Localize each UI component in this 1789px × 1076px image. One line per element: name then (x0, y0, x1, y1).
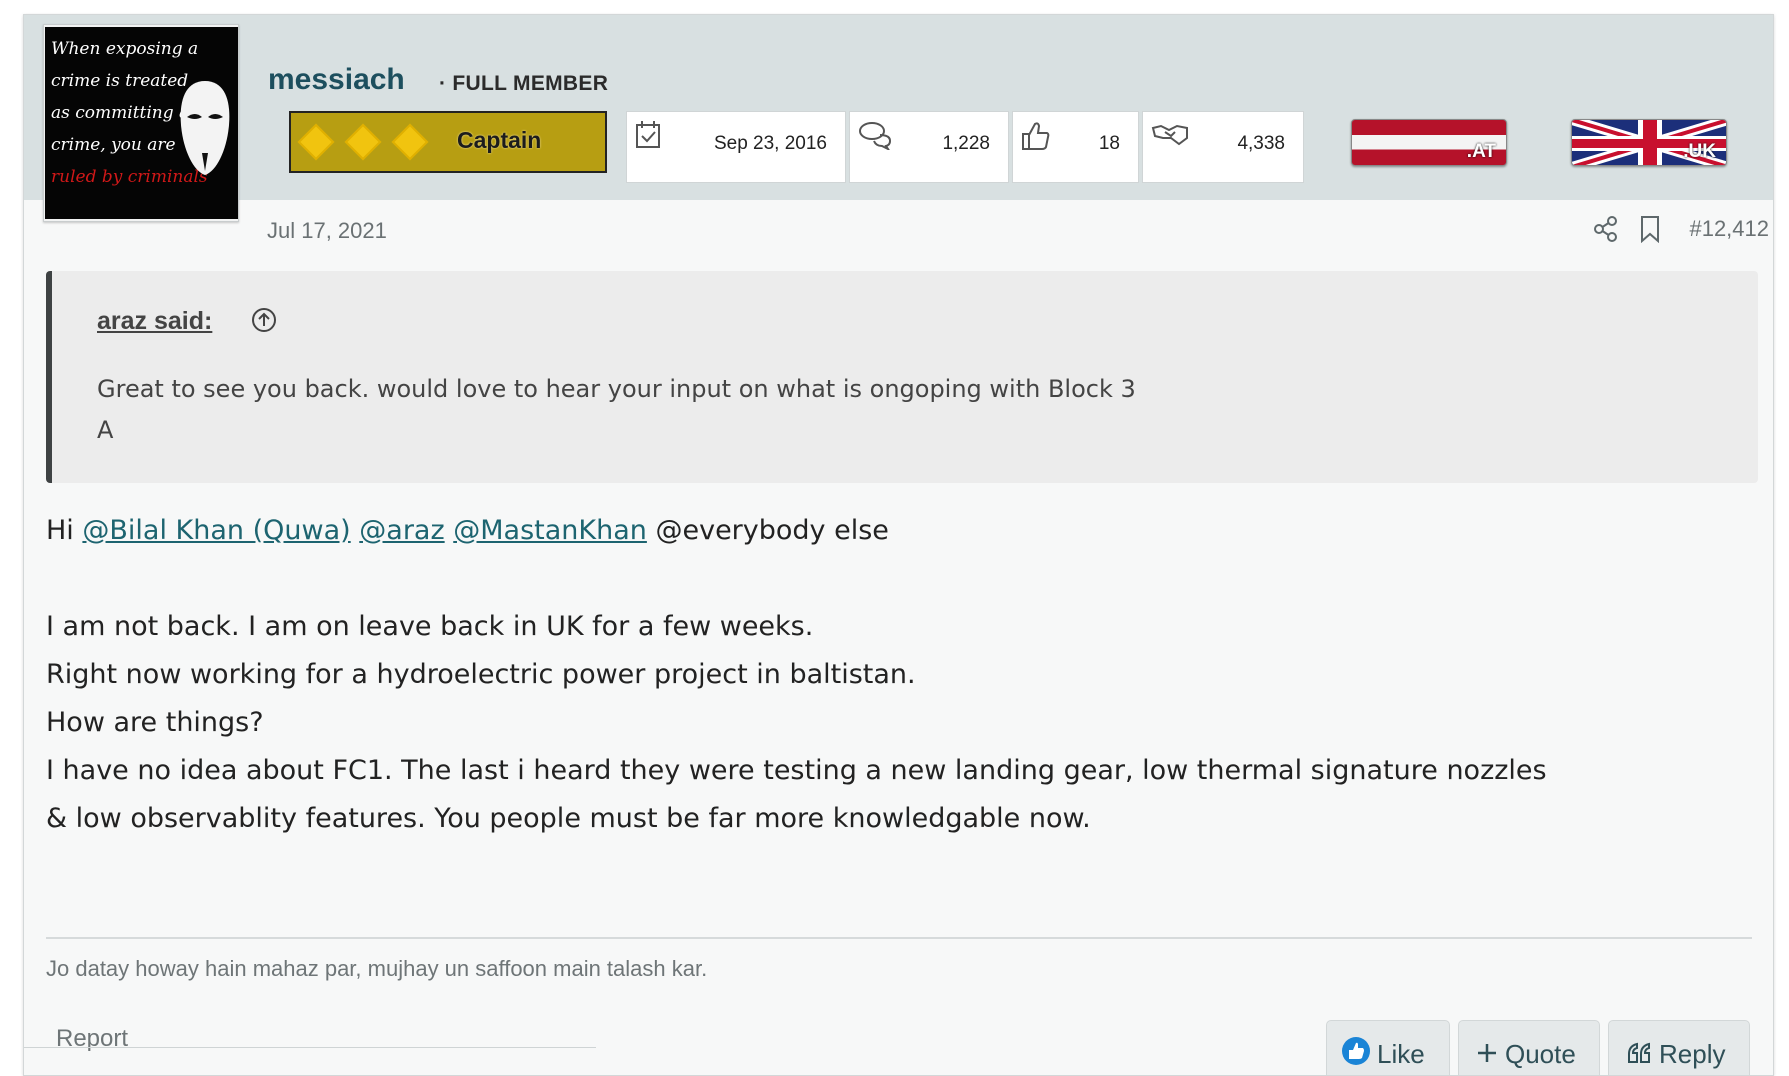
guy-fawkes-mask-icon (180, 81, 230, 175)
mention-tail-text: @everybody else (655, 515, 889, 546)
stat-joined-value: Sep 23, 2016 (713, 133, 827, 154)
bookmark-icon[interactable] (1638, 215, 1662, 243)
stat-joined: Sep 23, 2016 (626, 111, 846, 183)
post-date-link[interactable]: Jul 17, 2021 (267, 218, 387, 244)
post-card: When exposing a crime is treated as comm… (23, 14, 1774, 1076)
avatar-text-line: crime is treated (51, 71, 189, 91)
body-line: Right now working for a hydroelectric po… (46, 659, 916, 690)
username-link[interactable]: messiach (268, 63, 405, 97)
stat-reactions: 18 (1012, 111, 1139, 183)
avatar-text-line: When exposing a (51, 39, 199, 59)
arrow-up-circle-icon[interactable] (251, 307, 277, 333)
comments-icon (859, 122, 892, 150)
body-line: How are things? (46, 707, 264, 738)
quote-author-link[interactable]: araz said: (97, 307, 212, 336)
share-icon[interactable] (1592, 215, 1620, 243)
quote-text-line: Great to see you back. would love to hea… (97, 375, 1136, 403)
avatar-text-line: crime, you are (51, 135, 176, 155)
handshake-icon (1151, 124, 1188, 146)
reply-button[interactable]: Reply (1608, 1020, 1750, 1075)
thumbs-up-icon (1022, 122, 1050, 150)
rank-diamond-icon (297, 123, 335, 161)
member-title: · FULL MEMBER (439, 72, 609, 95)
body-line: & low observablity features. You people … (46, 803, 1091, 834)
report-link[interactable]: Report (56, 1025, 128, 1053)
post-body: Hi @Bilal Khan (Quwa) @araz @MastanKhan … (46, 507, 1756, 843)
country-flag-austria: .AT (1351, 119, 1507, 166)
flag-code: .UK (1683, 141, 1716, 162)
quote-label: Quote (1505, 1039, 1576, 1069)
stat-points-value: 4,338 (1237, 133, 1285, 154)
body-line: I am not back. I am on leave back in UK … (46, 611, 814, 642)
rank-label: Captain (457, 127, 542, 153)
stat-messages: 1,228 (849, 111, 1009, 183)
flag-code: .AT (1466, 141, 1496, 162)
mention-link[interactable]: @Bilal Khan (Quwa) (82, 515, 350, 546)
mention-link[interactable]: @MastanKhan (453, 515, 647, 546)
greeting-text: Hi (46, 515, 74, 546)
country-flag-uk: .UK (1571, 119, 1727, 166)
post-number-link[interactable]: #12,412 (1689, 216, 1769, 242)
body-line: I have no idea about FC1. The last i hea… (46, 755, 1547, 786)
quote-block: araz said: Great to see you back. would … (46, 271, 1758, 483)
mention-link[interactable]: @araz (359, 515, 444, 546)
like-button[interactable]: Like (1326, 1020, 1450, 1075)
rank-diamond-icon (344, 123, 382, 161)
greeting-line: Hi @Bilal Khan (Quwa) @araz @MastanKhan … (46, 507, 1756, 555)
like-label: Like (1377, 1039, 1425, 1069)
signature: Jo datay howay hain mahaz par, mujhay un… (46, 956, 708, 981)
quote-button[interactable]: Quote (1458, 1020, 1600, 1075)
quote-text: Great to see you back. would love to hea… (97, 369, 1397, 451)
calendar-check-icon (636, 121, 660, 148)
avatar-text-line: as committing a (51, 103, 190, 123)
stat-messages-value: 1,228 (942, 133, 990, 154)
rank-banner: Captain (289, 111, 607, 173)
signature-divider (46, 937, 1752, 939)
like-icon (1342, 1037, 1370, 1065)
avatar[interactable]: When exposing a crime is treated as comm… (45, 27, 238, 219)
stat-points: 4,338 (1142, 111, 1304, 183)
footer-divider (24, 1047, 596, 1048)
quote-text-line: A (97, 416, 114, 444)
stat-reactions-value: 18 (1098, 133, 1120, 154)
reply-label: Reply (1659, 1039, 1726, 1069)
rank-diamond-icon (391, 123, 429, 161)
